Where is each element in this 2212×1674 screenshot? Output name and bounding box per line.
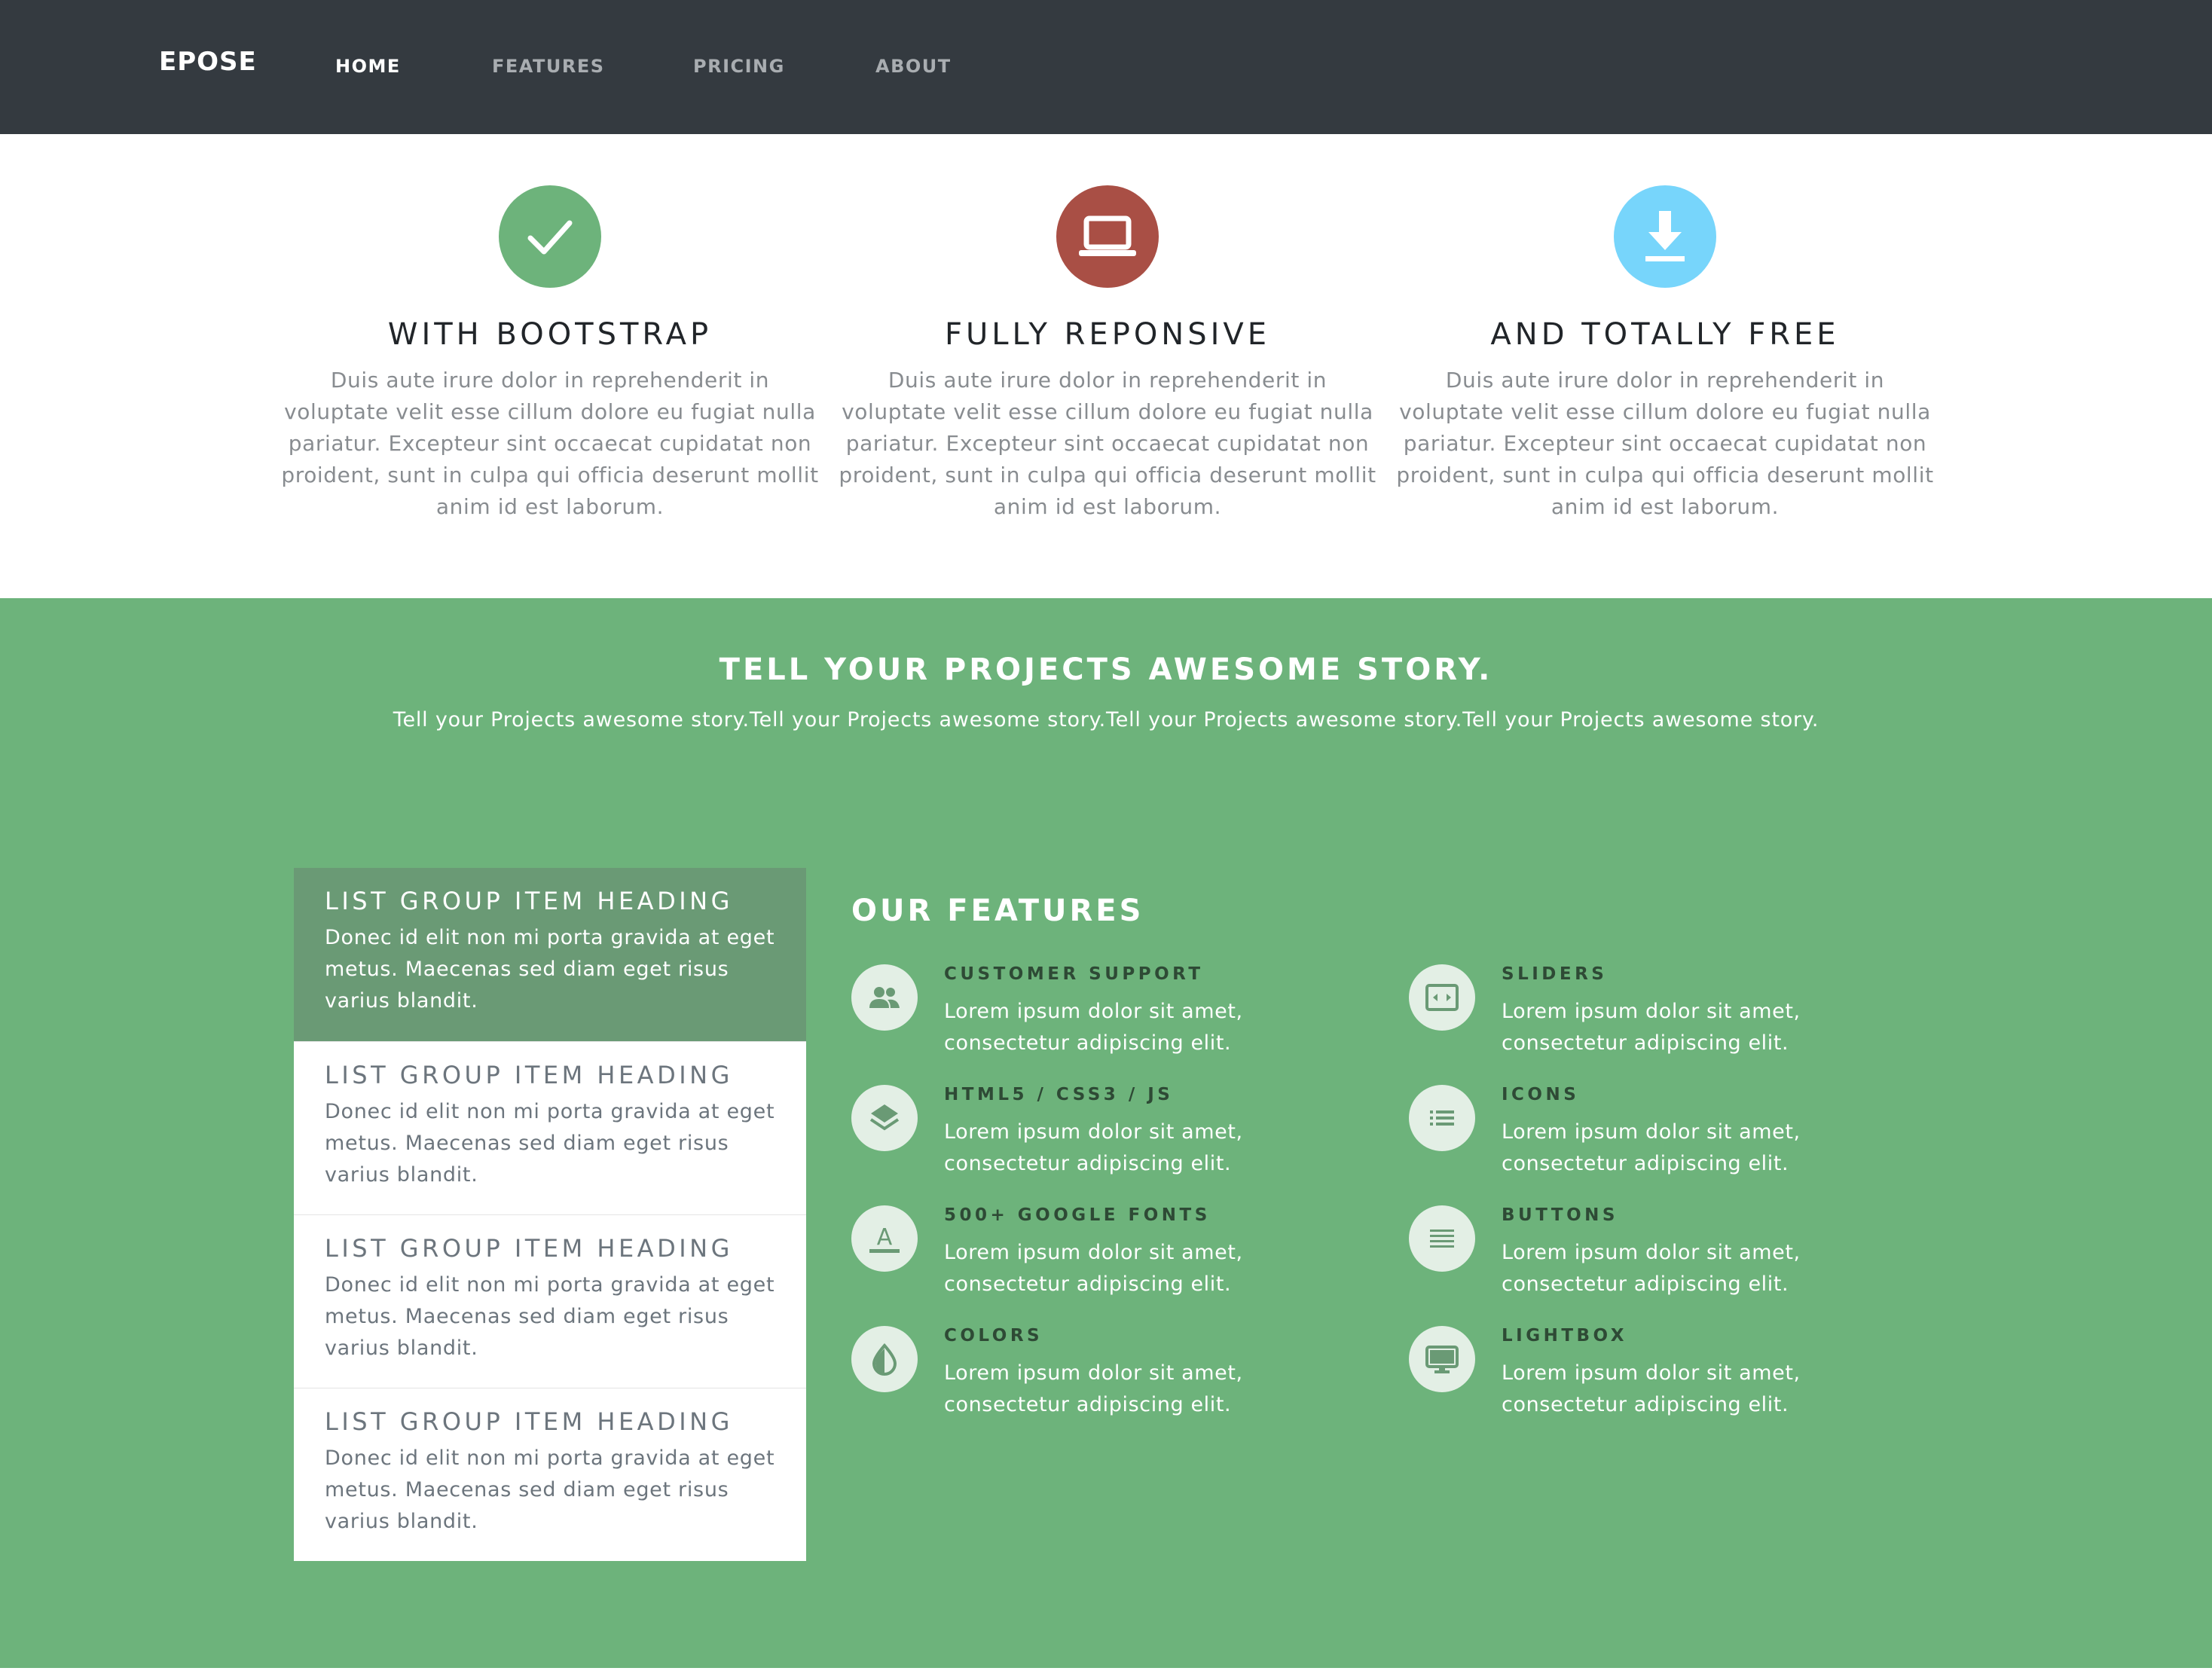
intro-heading: WITH BOOTSTRAP: [387, 317, 713, 352]
list-item-heading: LIST GROUP ITEM HEADING: [325, 887, 733, 915]
feature-text: Lorem ipsum dolor sit amet, consectetur …: [944, 1361, 1243, 1416]
list-item-text: Donec id elit non mi porta gravida at eg…: [325, 1100, 775, 1187]
feature-text: Lorem ipsum dolor sit amet, consectetur …: [944, 1000, 1243, 1055]
list-item-heading: LIST GROUP ITEM HEADING: [325, 1234, 733, 1263]
list-item-text: Donec id elit non mi porta gravida at eg…: [325, 1446, 775, 1533]
feature-icons: ICONS Lorem ipsum dolor sit amet, consec…: [1409, 1085, 1936, 1198]
nav-link-pricing[interactable]: PRICING: [693, 56, 785, 77]
feature-customer-support: CUSTOMER SUPPORT Lorem ipsum dolor sit a…: [851, 964, 1379, 1077]
feature-buttons: BUTTONS Lorem ipsum dolor sit amet, cons…: [1409, 1205, 1936, 1318]
check-icon: [499, 185, 601, 288]
intro-heading: AND TOTALLY FREE: [1490, 317, 1840, 352]
feature-text: Lorem ipsum dolor sit amet, consectetur …: [944, 1120, 1243, 1175]
features-title: OUR FEATURES: [851, 894, 1144, 928]
list-group-item[interactable]: LIST GROUP ITEM HEADING Donec id elit no…: [294, 1214, 806, 1388]
feature-label: ICONS: [1502, 1085, 1580, 1104]
list-group-item-active[interactable]: LIST GROUP ITEM HEADING Donec id elit no…: [294, 868, 806, 1041]
feature-lightbox: LIGHTBOX Lorem ipsum dolor sit amet, con…: [1409, 1326, 1936, 1439]
intro-column-bootstrap: WITH BOOTSTRAP Duis aute irure dolor in …: [279, 185, 821, 523]
list-icon: [1409, 1085, 1475, 1151]
navbar: EPOSE HOME FEATURES PRICING ABOUT: [0, 0, 2212, 134]
feature-label: LIGHTBOX: [1502, 1326, 1628, 1346]
feature-label: CUSTOMER SUPPORT: [944, 964, 1204, 984]
layers-icon: [851, 1085, 918, 1151]
story-subtitle: Tell your Projects awesome story.Tell yo…: [393, 708, 1819, 732]
feature-html5: HTML5 / CSS3 / JS Lorem ipsum dolor sit …: [851, 1085, 1379, 1198]
intro-column-free: AND TOTALLY FREE Duis aute irure dolor i…: [1394, 185, 1936, 523]
menu-lines-icon: [1409, 1205, 1475, 1272]
intro-text: Duis aute irure dolor in reprehenderit i…: [1396, 368, 1934, 519]
list-item-heading: LIST GROUP ITEM HEADING: [325, 1061, 733, 1089]
nav-link-home[interactable]: HOME: [335, 56, 401, 77]
feature-text: Lorem ipsum dolor sit amet, consectetur …: [1502, 1241, 1801, 1296]
users-icon: [851, 964, 918, 1031]
intro-text: Duis aute irure dolor in reprehenderit i…: [839, 368, 1376, 519]
brand-logo[interactable]: EPOSE: [159, 47, 257, 77]
feature-colors: COLORS Lorem ipsum dolor sit amet, conse…: [851, 1326, 1379, 1439]
list-item-text: Donec id elit non mi porta gravida at eg…: [325, 1273, 775, 1360]
feature-label: SLIDERS: [1502, 964, 1608, 984]
colors-icon: [851, 1326, 918, 1392]
feature-text: Lorem ipsum dolor sit amet, consectetur …: [1502, 1000, 1801, 1055]
svg-text:A: A: [877, 1224, 893, 1251]
list-item-heading: LIST GROUP ITEM HEADING: [325, 1407, 733, 1436]
download-icon: [1614, 185, 1716, 288]
story-section: TELL YOUR PROJECTS AWESOME STORY. Tell y…: [0, 598, 2212, 1668]
feature-label: BUTTONS: [1502, 1205, 1618, 1225]
monitor-icon: [1409, 1326, 1475, 1392]
font-icon: A: [851, 1205, 918, 1272]
feature-fonts: A 500+ GOOGLE FONTS Lorem ipsum dolor si…: [851, 1205, 1379, 1318]
nav-link-about[interactable]: ABOUT: [875, 56, 952, 77]
feature-label: COLORS: [944, 1326, 1043, 1346]
feature-text: Lorem ipsum dolor sit amet, consectetur …: [944, 1241, 1243, 1296]
feature-label: 500+ GOOGLE FONTS: [944, 1205, 1211, 1225]
intro-column-responsive: FULLY REPONSIVE Duis aute irure dolor in…: [836, 185, 1379, 523]
list-group-item[interactable]: LIST GROUP ITEM HEADING Donec id elit no…: [294, 1041, 806, 1214]
list-group: LIST GROUP ITEM HEADING Donec id elit no…: [294, 868, 806, 1561]
slider-icon: [1409, 964, 1475, 1031]
list-group-item[interactable]: LIST GROUP ITEM HEADING Donec id elit no…: [294, 1388, 806, 1561]
nav-link-features[interactable]: FEATURES: [492, 56, 605, 77]
intro-text: Duis aute irure dolor in reprehenderit i…: [281, 368, 819, 519]
feature-label: HTML5 / CSS3 / JS: [944, 1085, 1174, 1104]
feature-text: Lorem ipsum dolor sit amet, consectetur …: [1502, 1120, 1801, 1175]
intro-section: WITH BOOTSTRAP Duis aute irure dolor in …: [0, 134, 2212, 598]
story-title: TELL YOUR PROJECTS AWESOME STORY.: [719, 652, 1493, 687]
list-item-text: Donec id elit non mi porta gravida at eg…: [325, 926, 775, 1013]
intro-heading: FULLY REPONSIVE: [944, 317, 1271, 352]
feature-sliders: SLIDERS Lorem ipsum dolor sit amet, cons…: [1409, 964, 1936, 1077]
laptop-icon: [1056, 185, 1159, 288]
feature-text: Lorem ipsum dolor sit amet, consectetur …: [1502, 1361, 1801, 1416]
